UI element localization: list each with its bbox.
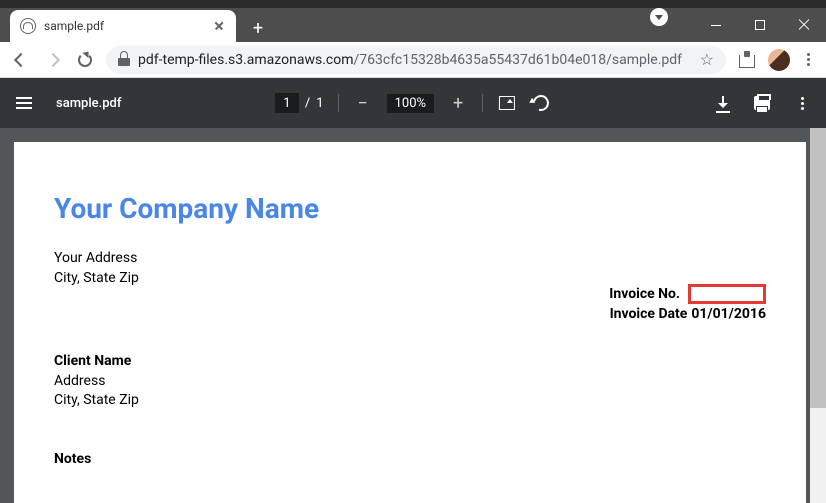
minimize-button[interactable] — [694, 8, 738, 42]
account-indicator-icon[interactable] — [650, 8, 668, 26]
url-text: pdf-temp-files.s3.amazonaws.com/763cfc15… — [138, 52, 692, 68]
pdf-menu-icon[interactable] — [16, 97, 32, 109]
pdf-viewport[interactable]: Your Company Name Your Address City, Sta… — [0, 128, 826, 503]
fit-page-button[interactable] — [497, 93, 517, 113]
globe-icon — [20, 18, 36, 34]
download-button[interactable] — [716, 96, 730, 110]
client-name: Client Name — [54, 352, 766, 372]
invoice-date-value: 01/01/2016 — [691, 306, 766, 322]
pdf-page: Your Company Name Your Address City, Sta… — [14, 142, 806, 503]
tab-strip: sample.pdf + — [0, 8, 826, 42]
pdf-more-icon[interactable] — [794, 97, 810, 110]
page-total: 1 — [316, 96, 323, 111]
company-name: Your Company Name — [54, 192, 766, 225]
invoice-no-highlight — [688, 284, 766, 304]
client-block: Client Name Address City, State Zip — [54, 352, 766, 411]
tab-title: sample.pdf — [44, 19, 104, 33]
close-window-button[interactable] — [782, 8, 826, 42]
page-input[interactable] — [275, 93, 299, 113]
back-button[interactable] — [10, 49, 32, 71]
address-bar: pdf-temp-files.s3.amazonaws.com/763cfc15… — [0, 42, 826, 78]
scrollbar-thumb[interactable] — [810, 128, 826, 408]
browser-tab[interactable]: sample.pdf — [10, 10, 236, 42]
close-tab-icon[interactable] — [212, 19, 226, 33]
zoom-in-button[interactable]: + — [448, 93, 468, 113]
invoice-date-label: Invoice Date — [610, 306, 688, 322]
url-input[interactable]: pdf-temp-files.s3.amazonaws.com/763cfc15… — [106, 46, 726, 74]
client-addr2: City, State Zip — [54, 391, 766, 411]
pdf-filename: sample.pdf — [56, 96, 121, 111]
print-button[interactable] — [754, 96, 770, 110]
client-addr1: Address — [54, 372, 766, 392]
maximize-button[interactable] — [738, 8, 782, 42]
zoom-level[interactable]: 100% — [387, 94, 434, 113]
lock-icon — [118, 54, 130, 66]
scrollbar[interactable] — [810, 128, 826, 503]
rotate-button[interactable] — [531, 93, 551, 113]
window-controls — [650, 8, 826, 42]
toolbar-divider — [338, 94, 339, 112]
invoice-no-label: Invoice No. — [609, 286, 680, 302]
page-indicator: / 1 — [275, 93, 324, 113]
notes-label: Notes — [54, 451, 766, 467]
extensions-icon[interactable] — [736, 49, 758, 71]
toolbar-divider — [482, 94, 483, 112]
window-titlebar — [0, 0, 826, 8]
profile-avatar[interactable] — [768, 49, 790, 71]
pdf-toolbar: sample.pdf / 1 − 100% + — [0, 78, 826, 128]
bookmark-icon[interactable]: ☆ — [700, 50, 714, 69]
page-separator: / — [305, 96, 310, 111]
new-tab-button[interactable]: + — [244, 14, 272, 42]
forward-button[interactable] — [42, 49, 64, 71]
browser-menu-icon[interactable] — [800, 53, 816, 66]
company-address: Your Address City, State Zip — [54, 249, 766, 288]
reload-button[interactable] — [74, 49, 96, 71]
invoice-info: Invoice No. Invoice Date 01/01/2016 — [609, 284, 766, 324]
zoom-out-button[interactable]: − — [353, 93, 373, 113]
